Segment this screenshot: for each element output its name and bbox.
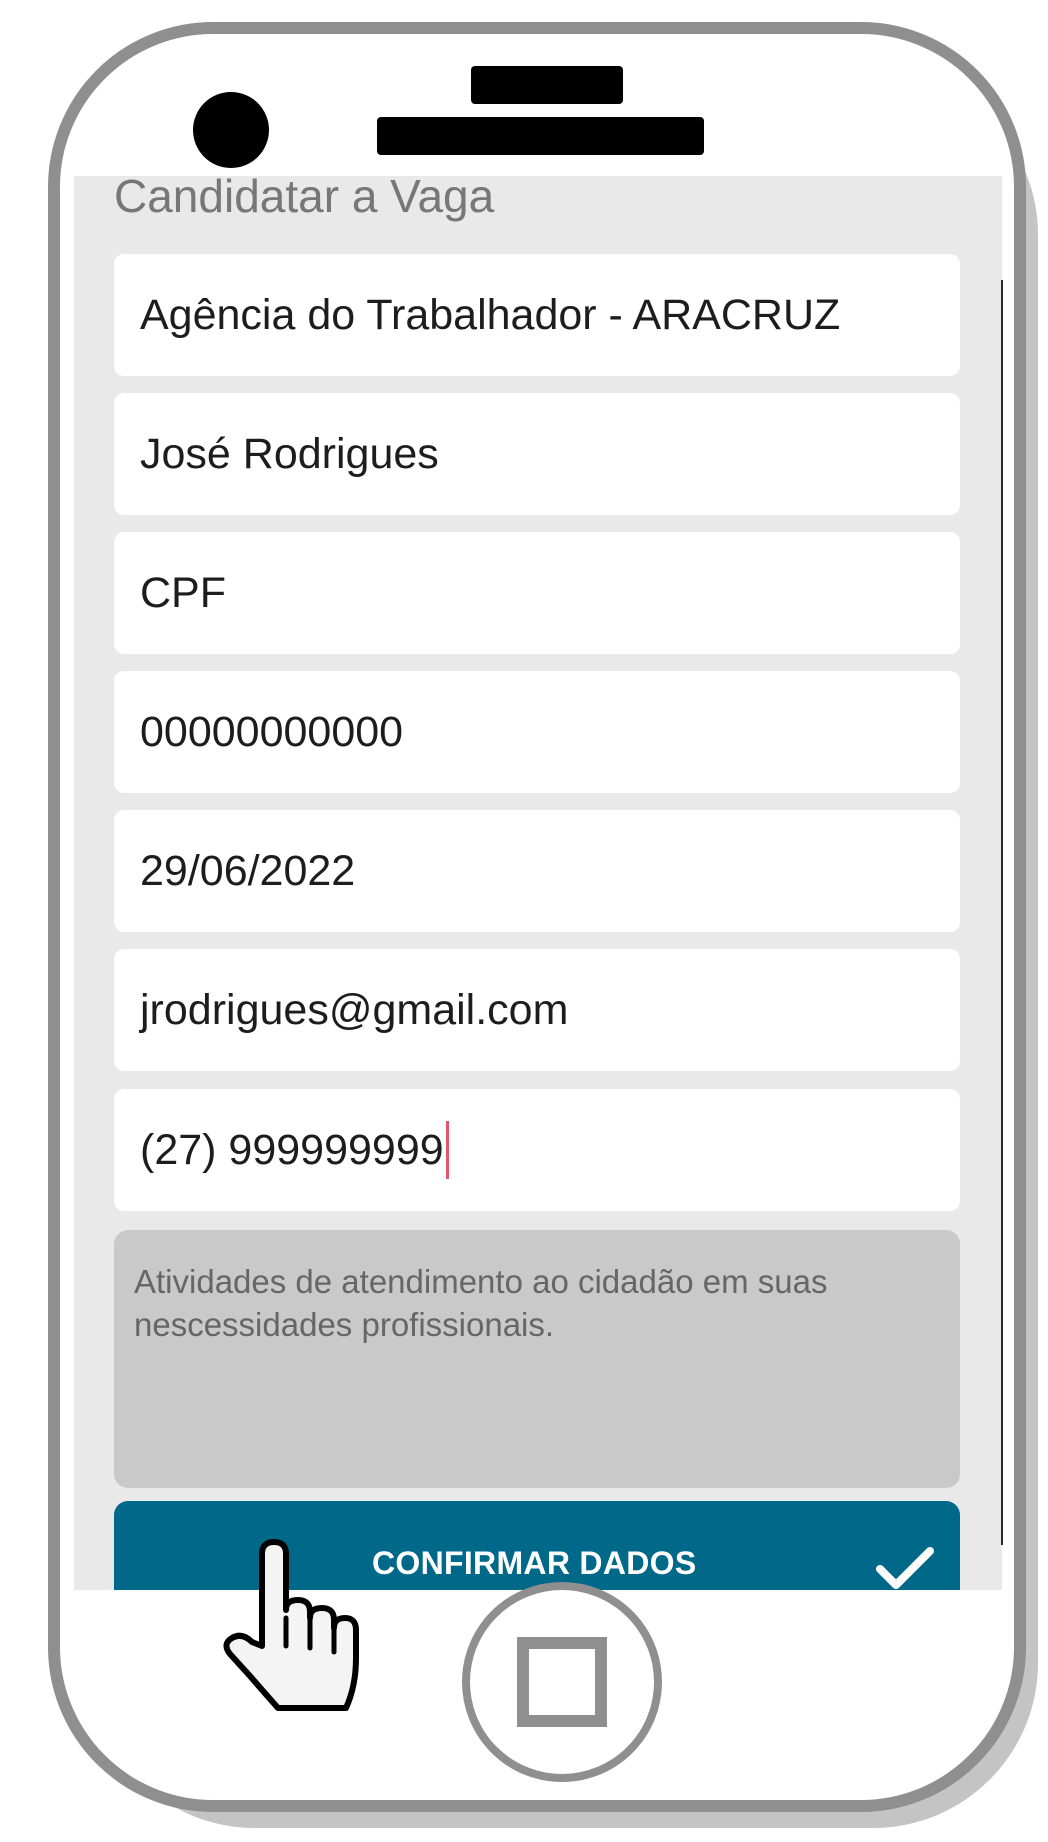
email-field[interactable]: jrodrigues@gmail.com xyxy=(114,949,960,1071)
page-title: Candidatar a Vaga xyxy=(114,176,495,222)
name-field[interactable]: José Rodrigues xyxy=(114,393,960,515)
phone-field[interactable]: (27) 999999999 xyxy=(114,1089,960,1211)
document-type-field[interactable]: CPF xyxy=(114,532,960,654)
phone-speaker xyxy=(377,117,704,155)
document-number-value: 00000000000 xyxy=(140,707,404,756)
date-field[interactable]: 29/06/2022 xyxy=(114,810,960,932)
text-cursor xyxy=(445,1121,449,1179)
phone-sensor xyxy=(471,66,623,104)
front-camera xyxy=(193,92,269,168)
agency-value: Agência do Trabalhador - ARACRUZ xyxy=(140,290,841,339)
document-type-value: CPF xyxy=(140,568,226,617)
confirm-button-label: CONFIRMAR DADOS xyxy=(372,1545,697,1581)
home-square-icon xyxy=(517,1637,607,1727)
agency-field[interactable]: Agência do Trabalhador - ARACRUZ xyxy=(114,254,960,376)
home-button[interactable] xyxy=(462,1582,662,1782)
check-icon xyxy=(876,1545,934,1590)
hand-pointer-icon xyxy=(222,1538,362,1719)
description-value: Atividades de atendimento ao cidadão em … xyxy=(134,1263,828,1343)
name-value: José Rodrigues xyxy=(140,429,439,478)
description-textarea[interactable]: Atividades de atendimento ao cidadão em … xyxy=(114,1230,960,1488)
app-screen: Candidatar a Vaga Agência do Trabalhador… xyxy=(74,176,1002,1590)
phone-value: (27) 999999999 xyxy=(140,1125,444,1174)
email-value: jrodrigues@gmail.com xyxy=(140,985,569,1034)
document-number-field[interactable]: 00000000000 xyxy=(114,671,960,793)
date-value: 29/06/2022 xyxy=(140,846,356,895)
scrollbar[interactable] xyxy=(1001,280,1003,1545)
